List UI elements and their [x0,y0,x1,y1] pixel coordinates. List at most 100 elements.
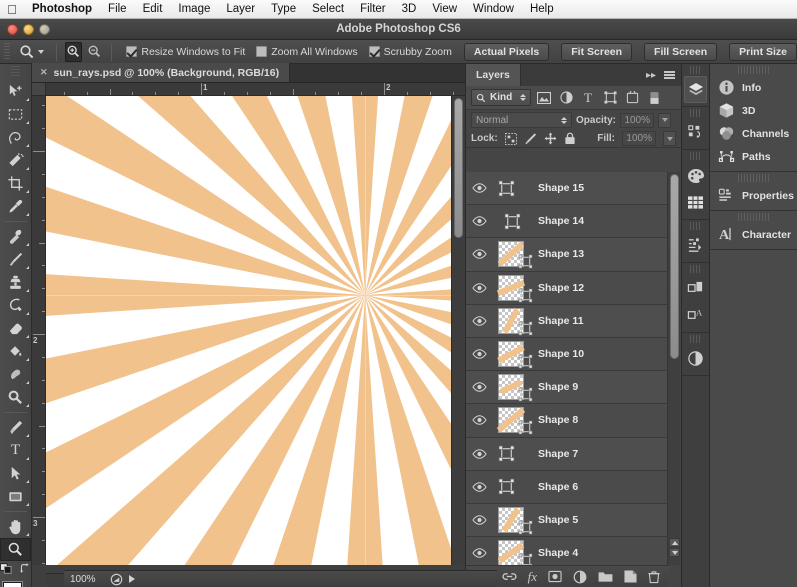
eraser-tool[interactable] [0,317,31,340]
layer-name[interactable]: Shape 4 [538,547,578,559]
history-brush-tool[interactable] [0,294,31,317]
options-bar-gripper[interactable] [4,42,10,61]
canvas-vertical-scrollbar[interactable] [451,96,465,565]
fill-slider-caret[interactable] [663,131,676,146]
dock-gripper[interactable] [738,174,769,182]
fit-screen-button[interactable]: Fit Screen [561,42,633,61]
move-tool[interactable] [0,80,31,103]
layer-thumbnail[interactable] [498,478,515,495]
blur-tool[interactable] [0,363,31,386]
layer-visibility-toggle[interactable] [466,183,492,193]
menu-item-filter[interactable]: Filter [352,0,394,19]
table-row[interactable]: Shape 10 [466,337,669,372]
panel-button-channels[interactable]: Channels [710,122,797,145]
adjustment-filter-icon[interactable] [557,89,575,106]
rectangle-tool[interactable] [0,485,31,508]
layer-name[interactable]: Shape 8 [538,414,578,426]
layers-scroll-thumb[interactable] [670,174,679,359]
layer-name[interactable]: Shape 12 [538,282,584,294]
layer-thumbnail[interactable] [498,374,533,402]
delete-layer-icon[interactable] [648,570,660,584]
layer-visibility-icon[interactable] [471,482,487,492]
canvas[interactable] [46,96,465,565]
layer-name[interactable]: Shape 15 [538,182,584,194]
horizontal-ruler[interactable]: 12 [46,83,465,96]
table-row[interactable]: Shape 13 [466,238,669,272]
layer-name[interactable]: Shape 5 [538,514,578,526]
layer-thumbnail[interactable] [504,213,521,230]
layer-visibility-toggle[interactable] [466,249,492,260]
menu-item-3d[interactable]: 3D [394,0,425,19]
toolbox-gripper[interactable] [11,66,20,78]
actual-pixels-button[interactable]: Actual Pixels [463,42,550,61]
panel-button-properties[interactable]: Properties [710,184,797,207]
zoom-in-button[interactable] [64,41,82,62]
lasso-tool[interactable] [0,126,31,149]
layer-thumbnail[interactable] [498,506,533,535]
layer-name[interactable]: Shape 7 [538,448,578,460]
layer-visibility-icon[interactable] [471,382,487,392]
panel-button-info[interactable]: Info [710,76,797,99]
collapse-panel-button[interactable]: ▸▸ [642,64,660,86]
table-row[interactable]: Shape 7 [466,437,669,471]
layer-list[interactable]: Shape 15 Shape 14 Shape 13 Shape 12 Shape 11… [466,172,669,565]
blend-mode-select[interactable]: Normal [471,112,572,128]
path-selection-tool[interactable] [0,462,31,485]
lock-position-icon[interactable] [544,132,557,145]
layer-visibility-icon[interactable] [471,249,487,260]
layer-visibility-icon[interactable] [471,515,487,525]
layer-thumbnail[interactable] [496,274,533,303]
layer-visibility-toggle[interactable] [466,548,492,558]
dock-gripper[interactable] [690,109,701,117]
layer-visibility-icon[interactable] [471,349,487,359]
apple-icon[interactable]:  [0,3,24,16]
blend-mode-stepper[interactable] [561,116,567,124]
zoom-level-field[interactable]: 100% [70,574,104,585]
layer-thumbnail[interactable] [498,307,533,336]
fill-screen-button[interactable]: Fill Screen [644,42,718,61]
new-group-icon[interactable] [598,571,613,583]
tool-preset-picker[interactable] [15,42,48,62]
opacity-field[interactable]: 100% [620,112,655,128]
resize-windows-to-fit-checkbox[interactable]: Resize Windows to Fit [126,46,245,58]
history-dock-icon[interactable] [682,119,709,146]
layer-style-fx-icon[interactable]: fx [528,569,537,585]
layer-visibility-icon[interactable] [471,448,487,459]
layer-visibility-toggle[interactable] [466,349,492,359]
dock-gripper[interactable] [690,335,701,343]
menu-item-file[interactable]: File [100,0,135,19]
type-filter-icon[interactable]: T [579,89,597,106]
table-row[interactable]: Shape 15 [466,172,669,206]
adjustments-dock-icon[interactable] [682,232,709,259]
ruler-corner[interactable] [32,83,46,96]
panel-button-paths[interactable]: Paths [710,145,797,168]
table-row[interactable]: Shape 12 [466,271,669,305]
shape-filter-icon[interactable] [601,89,619,106]
swap-colors-icon[interactable] [19,562,31,574]
menu-item-edit[interactable]: Edit [135,0,171,19]
opacity-slider-caret[interactable] [658,112,672,128]
menu-item-view[interactable]: View [424,0,465,19]
smartobject-filter-icon[interactable] [623,89,641,106]
layer-name[interactable]: Shape 10 [538,348,584,360]
layer-visibility-toggle[interactable] [466,316,492,326]
dock-gripper[interactable] [690,152,701,160]
new-layer-icon[interactable] [624,570,637,583]
hand-tool[interactable] [0,515,31,538]
menu-item-photoshop[interactable]: Photoshop [24,0,100,19]
table-row[interactable]: Shape 11 [466,304,669,338]
menu-item-image[interactable]: Image [170,0,218,19]
spot-healing-brush-tool[interactable] [0,225,31,248]
table-row[interactable]: Shape 9 [466,371,669,405]
panel-menu-icon[interactable] [660,64,681,86]
layers-dock-icon[interactable] [684,76,707,103]
foreground-color-swatch[interactable] [3,582,22,587]
dodge-tool[interactable] [0,386,31,409]
layer-visibility-toggle[interactable] [466,382,492,392]
table-row[interactable]: Shape 4 [466,537,669,565]
layer-name[interactable]: Shape 14 [538,215,584,227]
layer-thumbnail[interactable] [496,407,533,435]
default-colors-icon[interactable] [0,562,13,574]
layer-visibility-icon[interactable] [471,216,487,227]
mask-dock-icon[interactable] [682,345,709,372]
